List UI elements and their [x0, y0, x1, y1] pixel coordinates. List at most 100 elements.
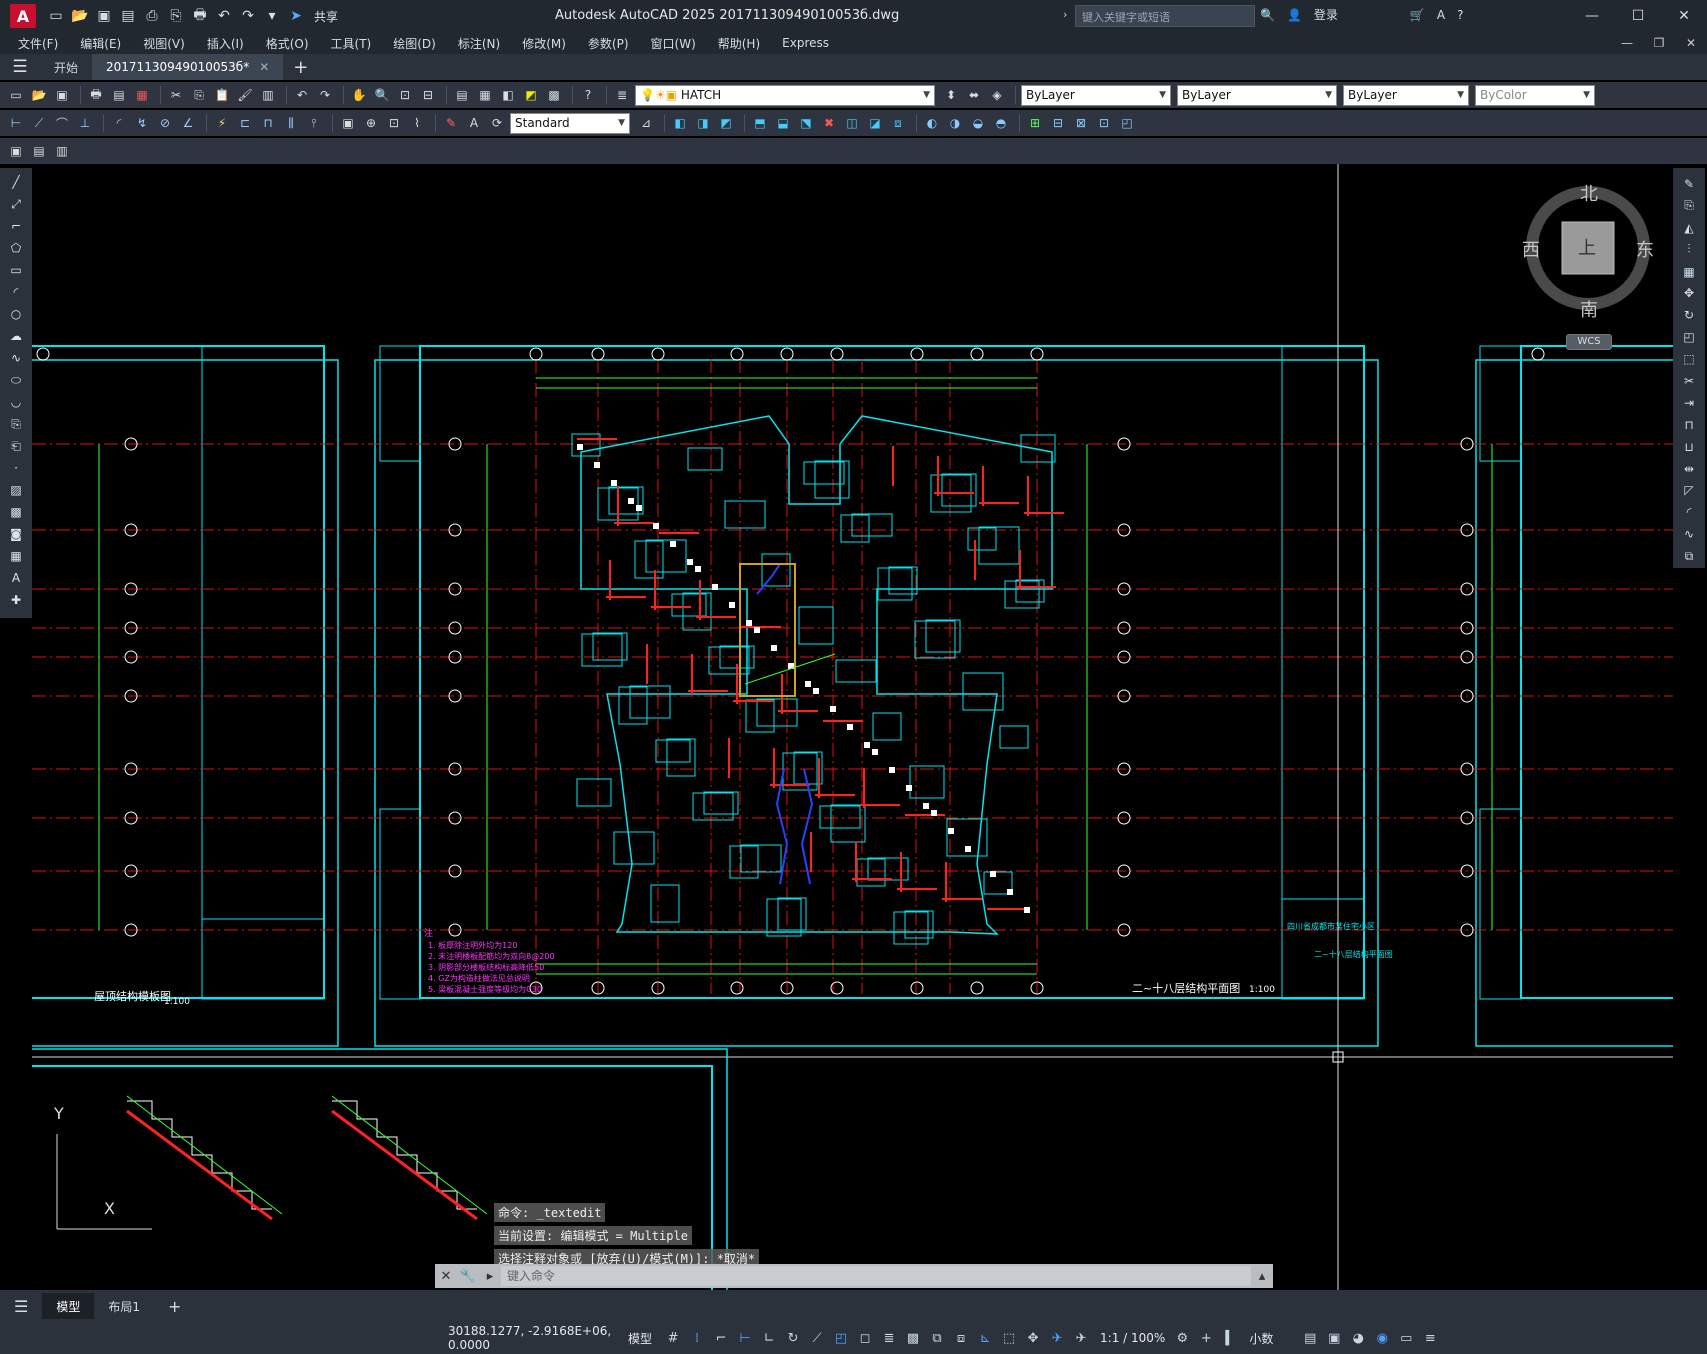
- copy-object-icon[interactable]: ⎘: [1679, 196, 1699, 216]
- scale-icon[interactable]: ◰: [1679, 327, 1699, 347]
- viewcube-east[interactable]: 东: [1636, 236, 1654, 262]
- box-icon[interactable]: ◧: [670, 113, 690, 133]
- insert-block-icon[interactable]: ▣: [6, 141, 26, 161]
- cylinder-icon[interactable]: ◩: [716, 113, 736, 133]
- hatch-icon[interactable]: ▨: [6, 480, 26, 500]
- gradient-icon[interactable]: ▩: [6, 502, 26, 522]
- aligned-dimension-icon[interactable]: ⟋: [29, 113, 49, 133]
- command-input[interactable]: [501, 1266, 1251, 1286]
- object-snap-tracking-icon[interactable]: ◰: [830, 1327, 852, 1349]
- match-properties-icon[interactable]: 🖌: [235, 85, 255, 105]
- annotation-visibility-icon[interactable]: ✈: [1046, 1327, 1068, 1349]
- cut-icon[interactable]: ✂: [166, 85, 186, 105]
- transparency-icon[interactable]: ▩: [902, 1327, 924, 1349]
- plotstyle-dropdown[interactable]: ByColor ▼: [1475, 84, 1595, 106]
- menu-draw[interactable]: 绘图(D): [393, 35, 436, 52]
- radius-dimension-icon[interactable]: ◜: [109, 113, 129, 133]
- viewcube-top-face[interactable]: 上: [1578, 234, 1596, 260]
- clean-screen-icon[interactable]: ▭: [1395, 1327, 1417, 1349]
- arc-length-icon[interactable]: ⌒: [52, 113, 72, 133]
- insert-block-icon[interactable]: ⎘: [6, 414, 26, 434]
- lineweight-icon[interactable]: ≣: [878, 1327, 900, 1349]
- sweep-icon[interactable]: ⬔: [796, 113, 816, 133]
- cart-icon[interactable]: 🛒: [1410, 8, 1425, 22]
- dimension-space-icon[interactable]: ⫼: [281, 113, 301, 133]
- sphere-icon[interactable]: ◨: [693, 113, 713, 133]
- plot-icon[interactable]: 🖶: [190, 6, 210, 26]
- construction-line-icon[interactable]: ⤢: [6, 194, 26, 214]
- dimstyle-dropdown[interactable]: Standard ▼: [510, 112, 630, 134]
- autocad-logo[interactable]: A: [10, 4, 36, 28]
- ucs-3point-icon[interactable]: ⊠: [1071, 113, 1091, 133]
- gizmo-icon[interactable]: ✥: [1022, 1327, 1044, 1349]
- login-label[interactable]: 登录: [1314, 6, 1338, 23]
- rectangle-icon[interactable]: ▭: [6, 260, 26, 280]
- circle-icon[interactable]: ○: [6, 304, 26, 324]
- workspace-gear-icon[interactable]: ⚙: [1171, 1327, 1193, 1349]
- explode-icon[interactable]: ⧉: [1679, 546, 1699, 566]
- new-icon[interactable]: ▭: [6, 85, 26, 105]
- menu-view[interactable]: 视图(V): [143, 35, 185, 52]
- chamfer-icon[interactable]: ◸: [1679, 480, 1699, 500]
- join-icon[interactable]: ⇹: [1679, 459, 1699, 479]
- menu-insert[interactable]: 插入(I): [207, 35, 244, 52]
- rotate-icon[interactable]: ↻: [1679, 305, 1699, 325]
- tab-start[interactable]: 开始: [40, 54, 92, 80]
- zoom-window-icon[interactable]: ⊡: [395, 85, 415, 105]
- continue-dimension-icon[interactable]: ⊓: [258, 113, 278, 133]
- zoom-realtime-icon[interactable]: 🔍: [372, 85, 392, 105]
- pan-icon[interactable]: ✋: [349, 85, 369, 105]
- menu-modify[interactable]: 修改(M): [522, 35, 566, 52]
- doc-close-icon[interactable]: ✕: [1675, 32, 1707, 54]
- dynamic-input-icon[interactable]: ⊢: [734, 1327, 756, 1349]
- diameter-dimension-icon[interactable]: ⊘: [155, 113, 175, 133]
- polyline-icon[interactable]: ⌐: [6, 216, 26, 236]
- properties-icon[interactable]: ▤: [452, 85, 472, 105]
- units-icon[interactable]: ▍: [1219, 1327, 1241, 1349]
- cursor-coordinates[interactable]: 30188.1277, -2.9168E+06, 0.0000: [448, 1324, 628, 1352]
- ellipse-arc-icon[interactable]: ◡: [6, 392, 26, 412]
- dimension-edit-icon[interactable]: ✎: [441, 113, 461, 133]
- line-icon[interactable]: ╱: [6, 172, 26, 192]
- shade-icon[interactable]: ◐: [922, 113, 942, 133]
- object-snap-icon[interactable]: ◻: [854, 1327, 876, 1349]
- jogged-dimension-icon[interactable]: ↯: [132, 113, 152, 133]
- undo-icon[interactable]: ↶: [214, 6, 234, 26]
- new-icon[interactable]: ▭: [46, 6, 66, 26]
- multiline-text-icon[interactable]: A: [6, 568, 26, 588]
- layer-dropdown[interactable]: 💡☀▣ HATCH ▼: [635, 84, 935, 106]
- customization-icon[interactable]: ≡: [1419, 1327, 1441, 1349]
- maximize-icon[interactable]: ☐: [1615, 0, 1661, 32]
- menu-express[interactable]: Express: [782, 36, 829, 50]
- share-icon[interactable]: ➤: [286, 6, 306, 26]
- slice-icon[interactable]: ⧈: [888, 113, 908, 133]
- design-center-icon[interactable]: ▦: [475, 85, 495, 105]
- realistic-icon[interactable]: ◑: [945, 113, 965, 133]
- block-editor-icon[interactable]: ▥: [258, 85, 278, 105]
- plot-preview-icon[interactable]: ▤: [109, 85, 129, 105]
- ucs-world-icon[interactable]: ⊟: [1048, 113, 1068, 133]
- dimension-update-icon[interactable]: ⟳: [487, 113, 507, 133]
- zoom-previous-icon[interactable]: ⊟: [418, 85, 438, 105]
- ucs-named-icon[interactable]: ◰: [1117, 113, 1137, 133]
- region-icon[interactable]: ◙: [6, 524, 26, 544]
- open-from-web-icon[interactable]: ⎙: [142, 6, 162, 26]
- minimize-icon[interactable]: —: [1569, 0, 1615, 32]
- polar-tracking-icon[interactable]: ↻: [782, 1327, 804, 1349]
- model-space-toggle[interactable]: 模型: [628, 1330, 652, 1347]
- render-icon[interactable]: ◓: [991, 113, 1011, 133]
- lineweight-dropdown[interactable]: ByLayer ▼: [1343, 84, 1469, 106]
- drawing-canvas[interactable]: Y X 二~十八层结构平面图 1:100 屋顶结构模板图 1:100 四川省成都…: [32, 164, 1673, 1290]
- tab-layout1[interactable]: 布局1: [94, 1293, 154, 1319]
- mirror-icon[interactable]: ◭: [1679, 218, 1699, 238]
- stretch-icon[interactable]: ⬚: [1679, 349, 1699, 369]
- selection-cycling-icon[interactable]: ⧉: [926, 1327, 948, 1349]
- dimension-style-icon[interactable]: ⊿: [636, 113, 656, 133]
- search-expand-icon[interactable]: ›: [1063, 8, 1067, 21]
- command-prompt-icon[interactable]: ▸: [479, 1265, 501, 1287]
- make-block-icon[interactable]: ⎗: [6, 436, 26, 456]
- viewcube-west[interactable]: 西: [1522, 236, 1540, 262]
- fillet-icon[interactable]: ◜: [1679, 502, 1699, 522]
- center-mark-icon[interactable]: ⊕: [361, 113, 381, 133]
- lock-ui-icon[interactable]: ▣: [1323, 1327, 1345, 1349]
